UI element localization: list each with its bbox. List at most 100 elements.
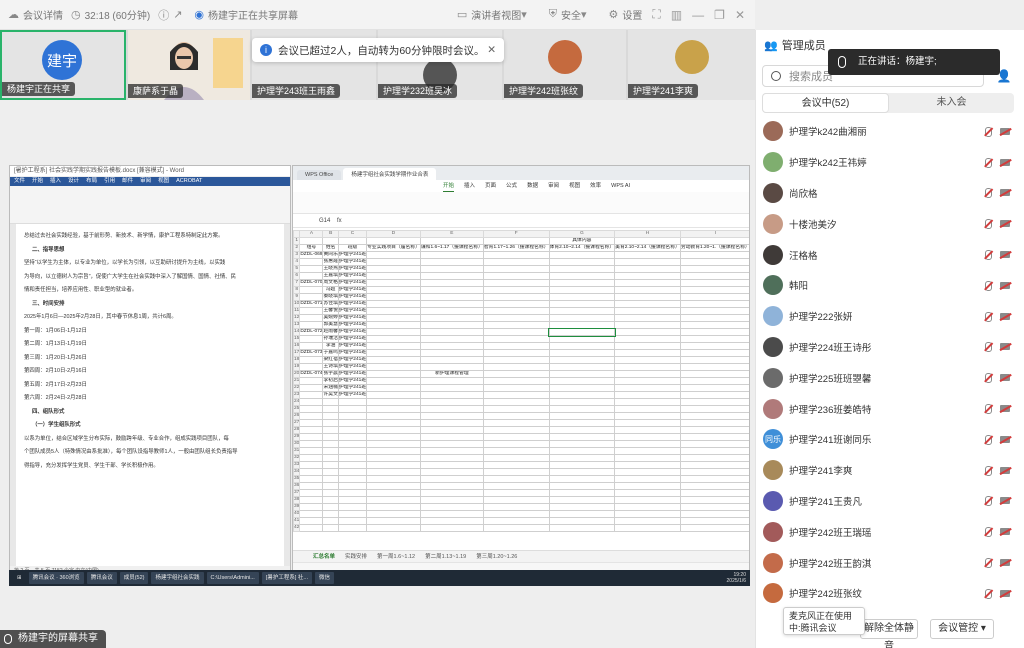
column-header[interactable]: F — [482, 230, 550, 238]
grid-cell[interactable] — [299, 342, 324, 350]
grid-cell[interactable] — [614, 356, 681, 364]
grid-cell[interactable] — [482, 300, 550, 308]
grid-cell[interactable] — [679, 524, 749, 532]
grid-cell[interactable] — [299, 293, 324, 301]
grid-cell[interactable] — [337, 447, 368, 455]
row-header[interactable]: 38 — [293, 496, 301, 504]
sheet-tab[interactable]: 第一周1.6~1.12 — [377, 551, 415, 562]
grid-cell[interactable] — [419, 314, 484, 322]
grid-cell[interactable] — [366, 335, 421, 343]
grid-cell[interactable] — [482, 286, 550, 294]
grid-cell[interactable] — [482, 342, 550, 350]
tab-in-meeting[interactable]: 会议中(52) — [762, 93, 889, 113]
row-header[interactable]: 35 — [293, 475, 301, 483]
meeting-details-button[interactable]: ☁ 会议详情 — [8, 7, 63, 22]
grid-cell[interactable] — [366, 433, 421, 441]
class-cell[interactable]: 护理学241班 — [337, 307, 368, 315]
grid-cell[interactable] — [614, 440, 681, 448]
grid-cell[interactable] — [614, 398, 681, 406]
grid-cell[interactable] — [299, 517, 324, 525]
security-button[interactable]: ⛨ 安全 ▾ — [549, 7, 591, 22]
grid-cell[interactable] — [419, 265, 484, 273]
grid-cell[interactable] — [322, 447, 339, 455]
row-header[interactable]: 34 — [293, 468, 301, 476]
grid-cell[interactable] — [548, 482, 616, 490]
grid-cell[interactable] — [366, 321, 421, 329]
class-cell[interactable]: 护理学241班 — [337, 272, 368, 280]
grid-cell[interactable] — [482, 461, 550, 469]
wps-tab[interactable]: WPS Office — [297, 170, 342, 180]
grid-cell[interactable] — [419, 328, 484, 336]
class-cell[interactable]: 护理学241班 — [337, 377, 368, 385]
row-header[interactable]: 27 — [293, 419, 301, 427]
grid-cell[interactable] — [482, 468, 550, 476]
grid-cell[interactable] — [548, 454, 616, 462]
row-header[interactable]: 12 — [293, 314, 301, 322]
grid-cell[interactable] — [366, 496, 421, 504]
mic-muted-icon[interactable] — [984, 342, 992, 353]
word-menu-item[interactable]: 审阅 — [140, 177, 151, 186]
grid-cell[interactable] — [482, 440, 550, 448]
grid-cell[interactable] — [679, 265, 749, 273]
camera-off-icon[interactable] — [1000, 405, 1010, 413]
settings-button[interactable]: ⚙ 设置 — [609, 7, 643, 22]
grid-cell[interactable] — [299, 496, 324, 504]
grid-cell[interactable] — [614, 377, 681, 385]
row-header[interactable]: 20 — [293, 370, 301, 378]
camera-off-icon[interactable] — [1000, 343, 1010, 351]
grid-cell[interactable] — [419, 251, 484, 259]
name-cell[interactable]: 秦晓琪 — [322, 293, 339, 301]
grid-cell[interactable] — [482, 328, 550, 336]
grid-cell[interactable] — [419, 468, 484, 476]
name-cell[interactable]: 吴婉婷 — [322, 314, 339, 322]
taskbar-item[interactable]: 成员(52) — [119, 572, 149, 584]
grid-cell[interactable] — [337, 517, 368, 525]
row-header[interactable]: 24 — [293, 398, 301, 406]
class-cell[interactable]: 护理学241班 — [337, 391, 368, 399]
grid-cell[interactable] — [299, 321, 324, 329]
grid-cell[interactable] — [366, 356, 421, 364]
grid-cell[interactable] — [366, 342, 421, 350]
grid-cell[interactable] — [679, 356, 749, 364]
member-row[interactable]: 汪格格 — [755, 239, 1024, 270]
grid-cell[interactable] — [337, 433, 368, 441]
column-header[interactable]: G — [548, 230, 616, 238]
grid-cell[interactable] — [419, 496, 484, 504]
grid-cell[interactable] — [337, 237, 368, 245]
grid-cell[interactable] — [366, 328, 421, 336]
class-cell[interactable]: 护理学241班 — [337, 370, 368, 378]
grid-cell[interactable] — [679, 461, 749, 469]
grid-cell[interactable] — [614, 286, 681, 294]
grid-cell[interactable] — [614, 461, 681, 469]
row-header[interactable]: 32 — [293, 454, 301, 462]
camera-off-icon[interactable] — [1000, 251, 1010, 259]
grid-cell[interactable] — [614, 412, 681, 420]
grid-cell[interactable] — [419, 510, 484, 518]
grid-cell[interactable] — [299, 384, 324, 392]
participant-tile[interactable]: 护理学241李爽 — [628, 30, 755, 100]
grid-cell[interactable] — [366, 300, 421, 308]
row-header[interactable]: 25 — [293, 405, 301, 413]
grid-cell[interactable] — [322, 496, 339, 504]
camera-off-icon[interactable] — [1000, 158, 1010, 166]
grid-cell[interactable] — [366, 461, 421, 469]
table-header-cell[interactable]: 班级 — [337, 244, 368, 252]
grid-cell[interactable] — [679, 328, 749, 336]
grid-cell[interactable] — [548, 468, 616, 476]
grid-cell[interactable] — [366, 293, 421, 301]
grid-cell[interactable] — [337, 461, 368, 469]
class-cell[interactable]: 护理学241班 — [337, 335, 368, 343]
grid-cell[interactable] — [482, 265, 550, 273]
grid-cell[interactable] — [322, 454, 339, 462]
grid-cell[interactable] — [548, 314, 616, 322]
grid-cell[interactable] — [419, 482, 484, 490]
grid-cell[interactable] — [366, 251, 421, 259]
mic-muted-icon[interactable] — [984, 404, 992, 415]
grid-cell[interactable]: DZDL-074 — [299, 370, 324, 378]
table-header-cell[interactable]: 美育2.10~2.14（援课程名称） — [614, 244, 681, 252]
camera-off-icon[interactable] — [1000, 589, 1010, 597]
camera-off-icon[interactable] — [1000, 528, 1010, 536]
grid-cell[interactable] — [419, 454, 484, 462]
word-menu-item[interactable]: 文件 — [14, 177, 25, 186]
grid-cell[interactable] — [548, 412, 616, 420]
